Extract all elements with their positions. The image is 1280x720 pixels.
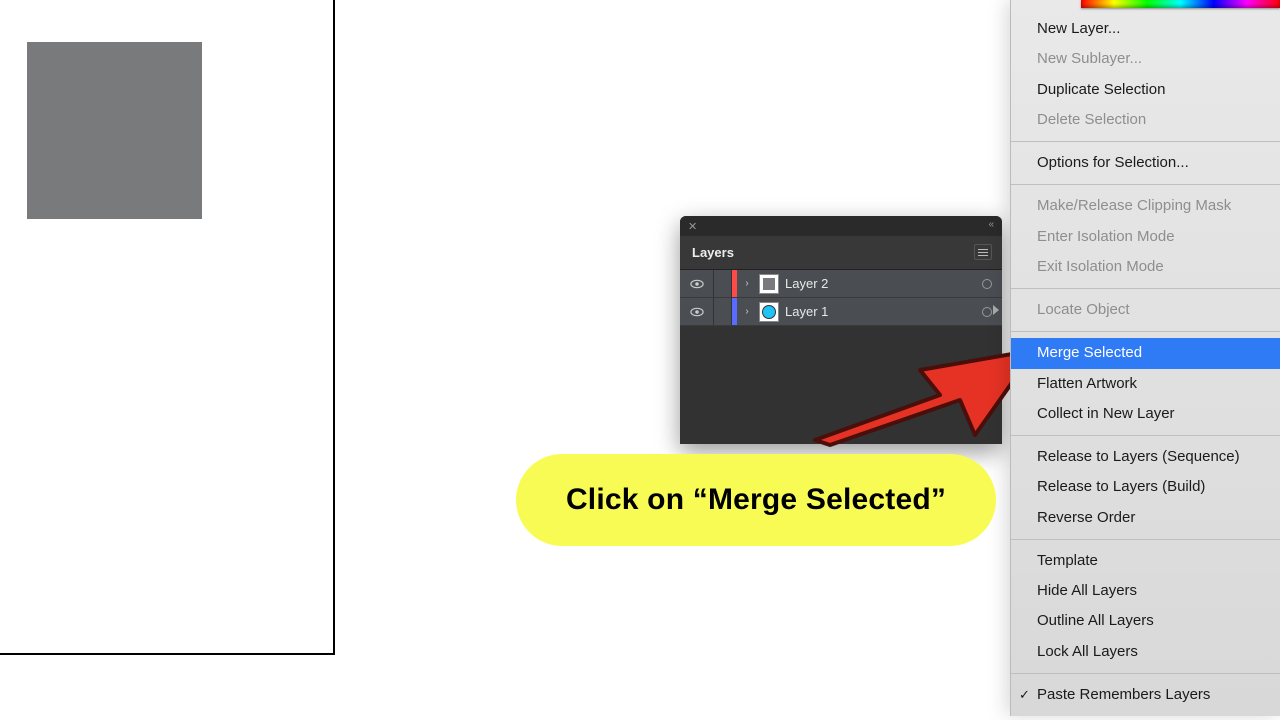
close-icon[interactable]: ✕ [688,220,697,233]
menu-section: Locate Object [1011,289,1280,332]
menu-item-hide-all-layers[interactable]: Hide All Layers [1011,576,1280,606]
layer-row[interactable]: › Layer 2 [680,270,1002,298]
panel-tab-bar: Layers [680,236,1002,270]
selection-indicator-icon [993,305,999,315]
target-column[interactable] [972,279,1002,289]
visibility-toggle[interactable] [680,298,714,325]
menu-item-new-layer[interactable]: New Layer... [1011,14,1280,44]
menu-item-new-sublayer: New Sublayer... [1011,44,1280,74]
eye-icon [690,279,704,289]
layer-row[interactable]: › Layer 1 [680,298,1002,326]
chevron-right-icon: › [745,278,748,289]
layer-name[interactable]: Layer 1 [785,304,972,319]
menu-item-flatten-artwork[interactable]: Flatten Artwork [1011,369,1280,399]
menu-item-template[interactable]: Template [1011,546,1280,576]
menu-item-lock-all-layers[interactable]: Lock All Layers [1011,637,1280,667]
layers-panel: ✕ « Layers › Layer 2 [680,216,1002,444]
layer-thumbnail[interactable] [759,274,779,294]
layer-thumbnail[interactable] [759,302,779,322]
expand-toggle[interactable]: › [737,278,757,289]
panel-menu-button[interactable] [974,244,992,260]
menu-item-exit-isolation: Exit Isolation Mode [1011,252,1280,282]
layer-list: › Layer 2 › Layer 1 [680,270,1002,326]
menu-item-options-for-selection[interactable]: Options for Selection... [1011,148,1280,178]
target-ring-icon [982,307,992,317]
layers-context-menu: New Layer... New Sublayer... Duplicate S… [1010,0,1280,716]
menu-item-clipping-mask: Make/Release Clipping Mask [1011,191,1280,221]
chevron-right-icon: › [745,306,748,317]
collapse-icon[interactable]: « [988,219,994,230]
color-spectrum-strip [1081,0,1280,8]
checkmark-icon: ✓ [1019,686,1030,704]
panel-topbar: ✕ « [680,216,1002,236]
layer-name[interactable]: Layer 2 [785,276,972,291]
expand-toggle[interactable]: › [737,306,757,317]
menu-item-reverse-order[interactable]: Reverse Order [1011,503,1280,533]
menu-item-delete-selection: Delete Selection [1011,105,1280,135]
menu-item-duplicate-selection[interactable]: Duplicate Selection [1011,75,1280,105]
visibility-toggle[interactable] [680,270,714,297]
eye-icon [690,307,704,317]
menu-item-enter-isolation: Enter Isolation Mode [1011,222,1280,252]
menu-item-collect-in-new-layer[interactable]: Collect in New Layer [1011,399,1280,429]
callout-text: Click on “Merge Selected” [566,483,946,517]
menu-item-outline-all-layers[interactable]: Outline All Layers [1011,606,1280,636]
menu-section: New Layer... New Sublayer... Duplicate S… [1011,8,1280,142]
lock-column[interactable] [714,298,732,325]
menu-item-release-build[interactable]: Release to Layers (Build) [1011,472,1280,502]
artboard[interactable] [0,0,335,655]
menu-item-release-sequence[interactable]: Release to Layers (Sequence) [1011,442,1280,472]
layers-tab-label[interactable]: Layers [692,245,734,260]
menu-item-label: Paste Remembers Layers [1037,686,1210,703]
menu-section: Options for Selection... [1011,142,1280,185]
lock-column[interactable] [714,270,732,297]
menu-section: Release to Layers (Sequence) Release to … [1011,436,1280,540]
menu-section: Template Hide All Layers Outline All Lay… [1011,540,1280,674]
menu-section: Merge Selected Flatten Artwork Collect i… [1011,332,1280,436]
target-ring-icon [982,279,992,289]
menu-section: Make/Release Clipping Mask Enter Isolati… [1011,185,1280,289]
canvas-gray-rectangle[interactable] [27,42,202,219]
menu-item-merge-selected[interactable]: Merge Selected [1011,338,1280,368]
menu-item-locate-object: Locate Object [1011,295,1280,325]
instruction-callout: Click on “Merge Selected” [516,454,996,546]
menu-item-paste-remembers-layers[interactable]: ✓ Paste Remembers Layers [1011,680,1280,710]
menu-section: ✓ Paste Remembers Layers [1011,674,1280,716]
